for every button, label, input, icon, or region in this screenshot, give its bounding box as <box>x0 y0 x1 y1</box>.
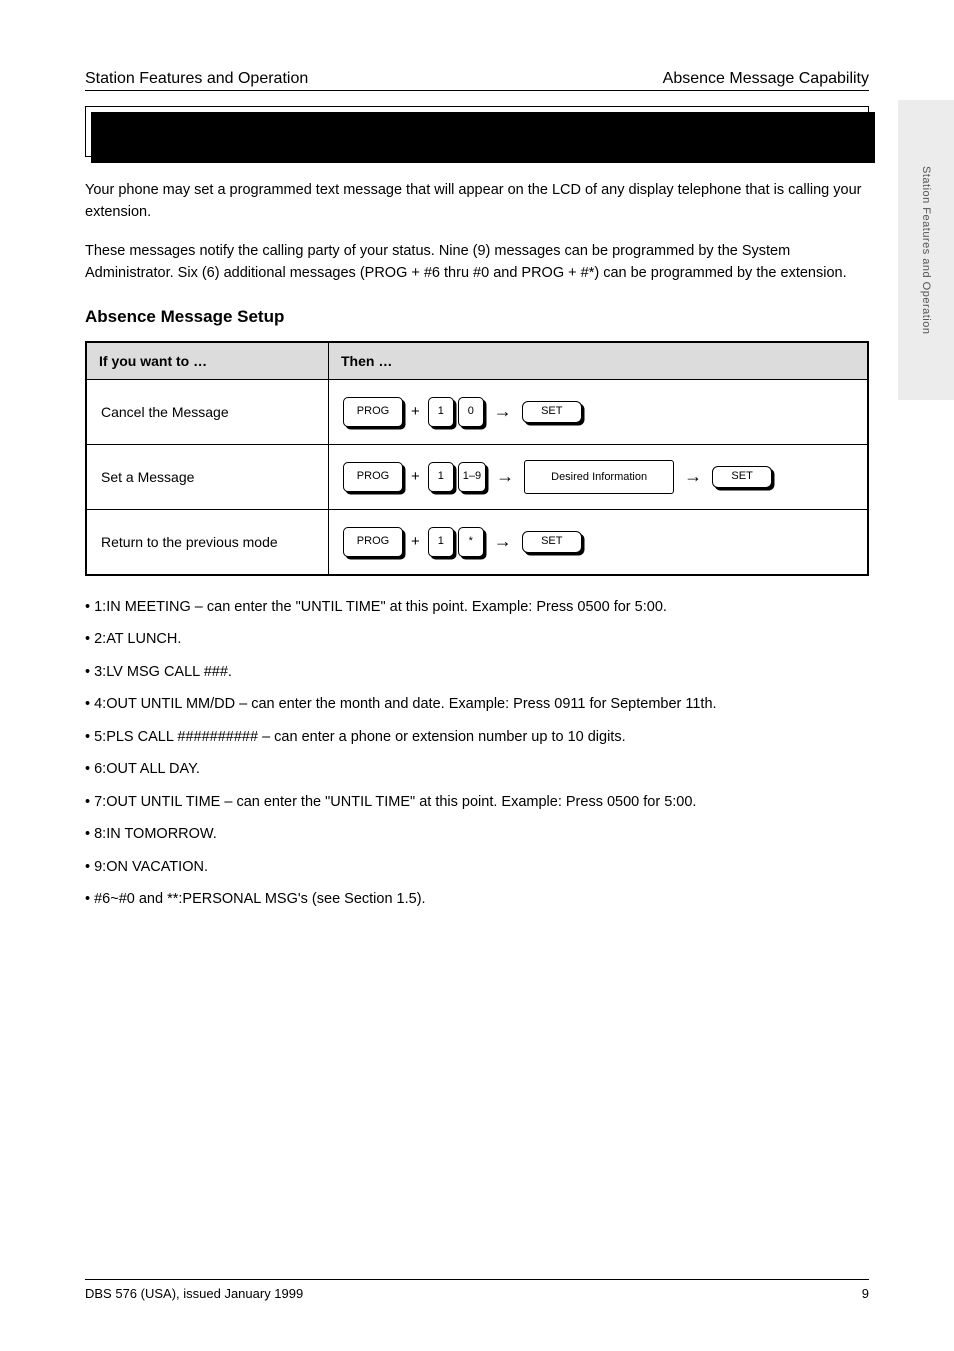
side-tab: Station Features and Operation <box>898 100 954 400</box>
paragraph-2: These messages notify the calling party … <box>85 240 869 285</box>
header-left: Station Features and Operation <box>85 70 308 88</box>
table-row: Return to the previous mode PROG + 1 * →… <box>86 509 868 575</box>
arrow-icon: → <box>488 401 518 422</box>
section-number: 1.3 <box>100 121 125 141</box>
key-star: * <box>458 527 484 557</box>
bullet-list: • 1:IN MEETING – can enter the "UNTIL TI… <box>85 596 869 911</box>
section-title: Absence Message Capability <box>144 121 391 141</box>
row-label: Cancel the Message <box>86 379 329 444</box>
key-set: SET <box>522 531 582 553</box>
body-text: Your phone may set a programmed text mes… <box>85 179 869 285</box>
row-label: Set a Message <box>86 444 329 509</box>
list-item: • 8:IN TOMORROW. <box>85 823 869 845</box>
arrow-icon: → <box>490 466 520 487</box>
footer-right: 9 <box>862 1286 869 1301</box>
row-keys: PROG + 1 1–9 → Desired Information → SET <box>329 444 869 509</box>
list-item: • 4:OUT UNTIL MM/DD – can enter the mont… <box>85 693 869 715</box>
footer-left: DBS 576 (USA), issued January 1999 <box>85 1286 303 1301</box>
key-digit-0: 0 <box>458 397 484 427</box>
key-prog: PROG <box>343 397 403 427</box>
list-item: • 6:OUT ALL DAY. <box>85 758 869 780</box>
table-row: Set a Message PROG + 1 1–9 → Desired Inf… <box>86 444 868 509</box>
key-set: SET <box>522 401 582 423</box>
section-heading: 1.3 Absence Message Capability <box>85 106 869 157</box>
page-footer: DBS 576 (USA), issued January 1999 9 <box>85 1279 869 1301</box>
page-header: Station Features and Operation Absence M… <box>85 70 869 91</box>
row-label: Return to the previous mode <box>86 509 329 575</box>
plus-icon: + <box>407 403 424 420</box>
plus-icon: + <box>407 468 424 485</box>
key-digit-1: 1 <box>428 462 454 492</box>
arrow-icon: → <box>678 466 708 487</box>
page-content: Station Features and Operation Absence M… <box>0 0 954 971</box>
key-prog: PROG <box>343 462 403 492</box>
key-digit-range: 1–9 <box>458 462 486 492</box>
list-item: • 2:AT LUNCH. <box>85 628 869 650</box>
list-item: • 3:LV MSG CALL ###. <box>85 661 869 683</box>
key-digit-1: 1 <box>428 397 454 427</box>
table-row: Cancel the Message PROG + 1 0 → SET <box>86 379 868 444</box>
header-right: Absence Message Capability <box>663 70 869 88</box>
row-keys: PROG + 1 0 → SET <box>329 379 869 444</box>
paragraph-1: Your phone may set a programmed text mes… <box>85 179 869 224</box>
list-item: • 5:PLS CALL ########## – can enter a ph… <box>85 726 869 748</box>
key-set: SET <box>712 466 772 488</box>
arrow-icon: → <box>488 531 518 552</box>
row-keys: PROG + 1 * → SET <box>329 509 869 575</box>
list-item: • 9:ON VACATION. <box>85 856 869 878</box>
list-item: • 7:OUT UNTIL TIME – can enter the "UNTI… <box>85 791 869 813</box>
input-placeholder: Desired Information <box>524 460 674 494</box>
subsection-title: Absence Message Setup <box>85 307 869 327</box>
table-head-col1: If you want to … <box>86 342 329 380</box>
key-sequence-table: If you want to … Then … Cancel the Messa… <box>85 341 869 576</box>
table-head-col2: Then … <box>329 342 869 380</box>
key-digit-1: 1 <box>428 527 454 557</box>
key-prog: PROG <box>343 527 403 557</box>
list-item: • #6~#0 and **:PERSONAL MSG's (see Secti… <box>85 888 869 910</box>
plus-icon: + <box>407 533 424 550</box>
list-item: • 1:IN MEETING – can enter the "UNTIL TI… <box>85 596 869 618</box>
